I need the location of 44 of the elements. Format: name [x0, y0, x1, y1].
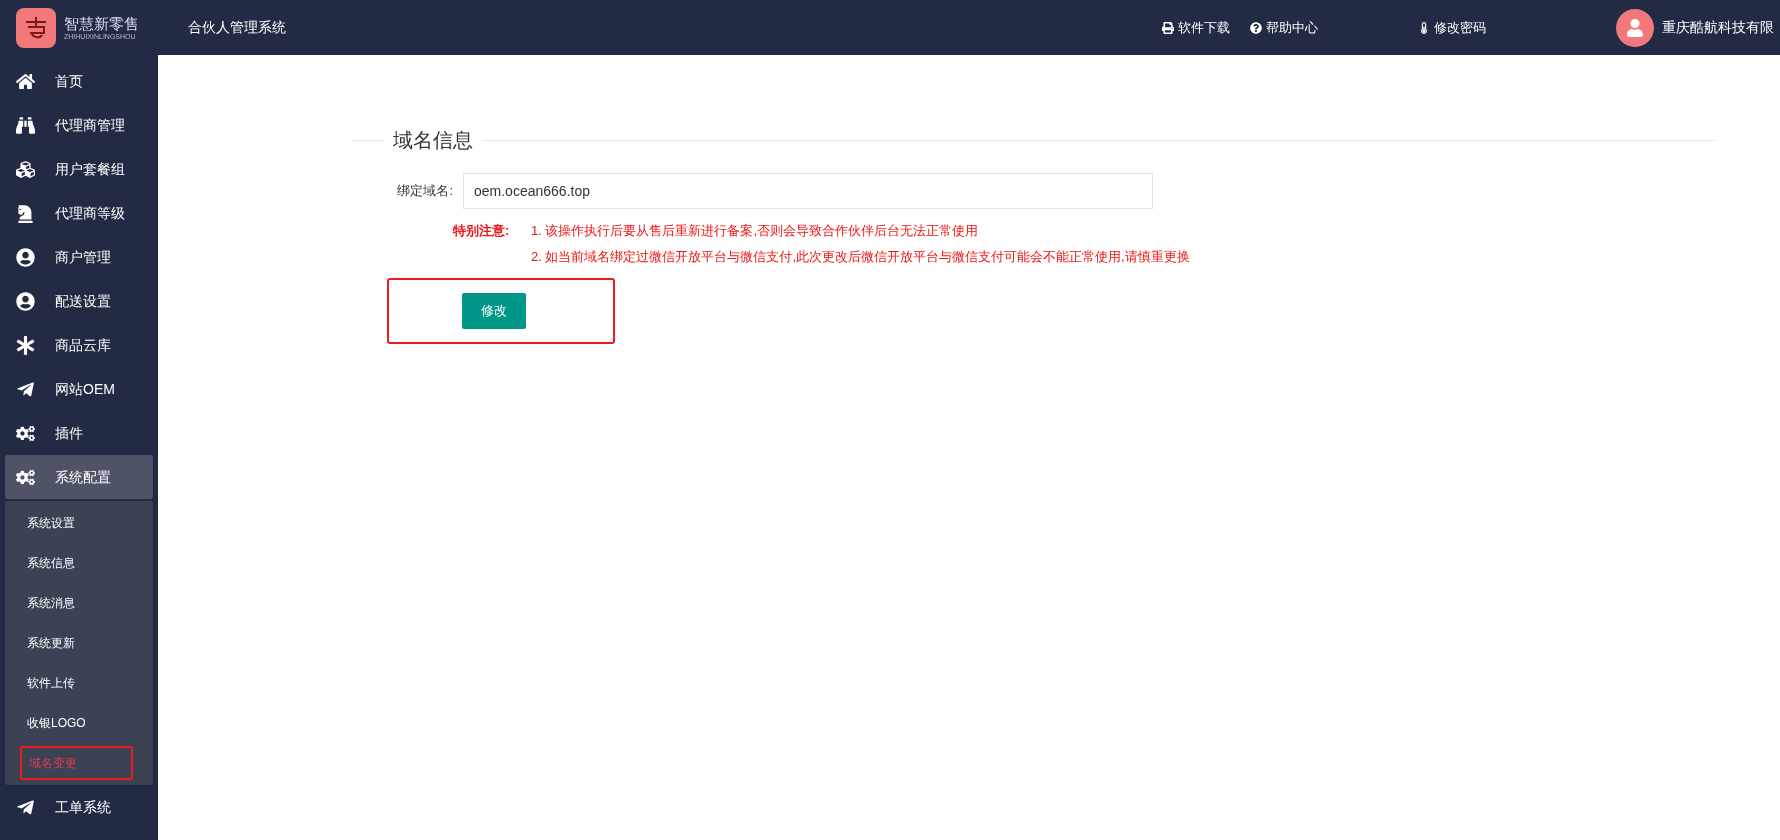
- brand-name: 智慧新零售: [64, 15, 139, 31]
- submenu-item[interactable]: 收银LOGO: [20, 708, 133, 738]
- person-icon: [1626, 18, 1644, 37]
- printer-icon: [1162, 21, 1174, 34]
- gears-icon: [16, 423, 35, 443]
- system-title: 合伙人管理系统: [188, 18, 286, 37]
- user-icon: [16, 291, 35, 311]
- modify-button[interactable]: 修改: [462, 293, 526, 329]
- header-link[interactable]: 帮助中心: [1250, 17, 1318, 38]
- avatar[interactable]: [1616, 8, 1654, 47]
- chess-icon: [16, 203, 35, 223]
- domain-input[interactable]: oem.ocean666.top: [463, 173, 1153, 209]
- user-name[interactable]: 重庆酷航科技有限: [1662, 17, 1774, 38]
- sidebar-item[interactable]: 商品云库: [5, 323, 153, 367]
- gears-icon: [16, 467, 35, 487]
- header-link[interactable]: 软件下载: [1162, 17, 1230, 38]
- header-link[interactable]: 修改密码: [1418, 17, 1486, 38]
- sidebar-item[interactable]: 网站OEM: [5, 367, 153, 411]
- section-title: 域名信息: [392, 128, 474, 153]
- thermometer-icon: [1418, 21, 1430, 34]
- submenu-item[interactable]: 软件上传: [20, 668, 133, 698]
- sidebar-item[interactable]: 首页: [5, 59, 153, 103]
- help-icon: [1250, 21, 1262, 34]
- asterisk-icon: [16, 335, 35, 355]
- submenu-item[interactable]: 系统消息: [20, 588, 133, 618]
- notice-text: 2. 如当前域名绑定过微信开放平台与微信支付,此次更改后微信开放平台与微信支付可能会不能正常使用,请慎重更换: [531, 247, 1190, 266]
- sidebar-item[interactable]: 配送设置: [5, 279, 153, 323]
- sidebar-item[interactable]: 工单系统: [5, 785, 153, 829]
- notice-label: 特别注意:: [453, 222, 511, 240]
- binoculars-icon: [16, 115, 35, 135]
- notice-text: 1. 该操作执行后要从售后重新进行备案,否则会导致合作伙伴后台无法正常使用: [531, 222, 980, 240]
- home-icon: [16, 71, 35, 91]
- sidebar-item[interactable]: 插件: [5, 411, 153, 455]
- submenu-item[interactable]: 系统更新: [20, 628, 133, 658]
- sidebar-item[interactable]: 代理商管理: [5, 103, 153, 147]
- sidebar-item[interactable]: 系统配置: [5, 455, 153, 499]
- submenu-item[interactable]: 系统设置: [20, 508, 133, 538]
- logo-icon: [16, 7, 56, 48]
- user-icon: [16, 247, 35, 267]
- field-label: 绑定域名:: [396, 182, 454, 201]
- submenu-item[interactable]: 系统信息: [20, 548, 133, 578]
- sidebar-item[interactable]: 代理商等级: [5, 191, 153, 235]
- sidebar-item[interactable]: 用户套餐组: [5, 147, 153, 191]
- sidebar-item[interactable]: 商户管理: [5, 235, 153, 279]
